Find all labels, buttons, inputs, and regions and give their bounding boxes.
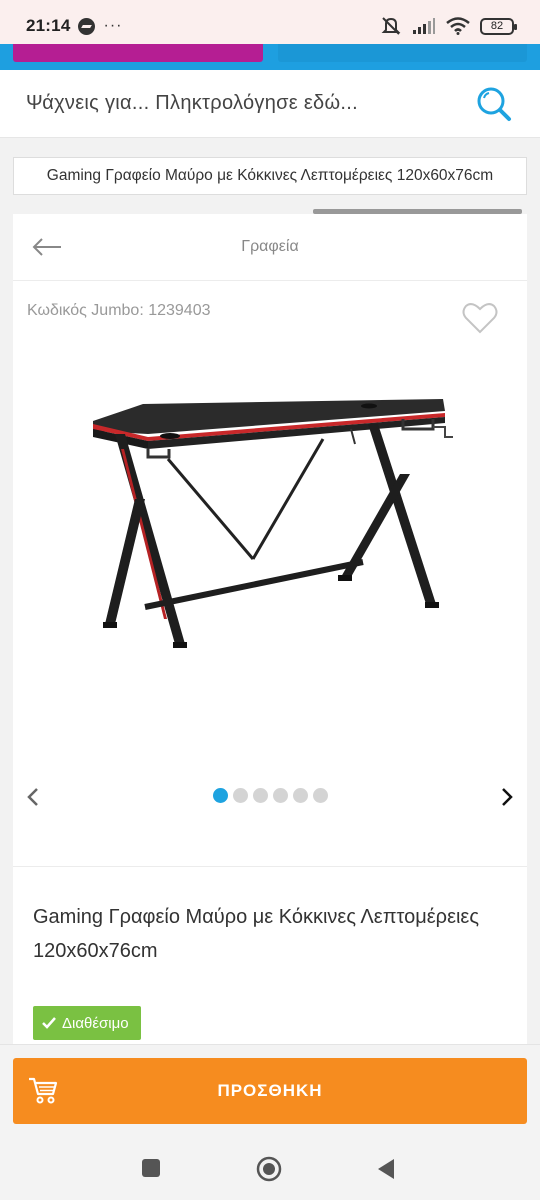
cart-icon <box>29 1077 58 1104</box>
arrow-left-icon <box>32 238 61 256</box>
search-icon <box>477 87 511 121</box>
search-button[interactable] <box>474 84 514 124</box>
chevron-right-icon <box>502 788 513 806</box>
status-right: 82 <box>380 16 517 36</box>
system-nav-bar <box>0 1140 540 1200</box>
wifi-icon <box>446 17 470 35</box>
back-button[interactable] <box>31 232 63 262</box>
checkmark-icon <box>42 1017 56 1029</box>
carousel-dot-2[interactable] <box>233 788 248 803</box>
product-code: Κωδικός Jumbo: 1239403 <box>27 302 211 319</box>
brand-tab-magenta[interactable] <box>13 44 263 62</box>
carousel-prev-button[interactable] <box>21 779 45 815</box>
divider <box>13 866 527 867</box>
carousel-dot-5[interactable] <box>293 788 308 803</box>
carousel-next-button[interactable] <box>495 779 519 815</box>
battery-icon: 82 <box>480 17 517 35</box>
product-image <box>93 399 453 648</box>
status-time: 21:14 <box>26 16 71 35</box>
triangle-back-icon <box>378 1159 394 1179</box>
messenger-icon <box>78 17 96 35</box>
back-nav-button[interactable] <box>376 1158 396 1180</box>
more-notifications-icon: ··· <box>103 17 123 34</box>
carousel-dot-6[interactable] <box>313 788 328 803</box>
carousel-dot-3[interactable] <box>253 788 268 803</box>
status-left: 21:14 ··· <box>26 16 122 36</box>
carousel-dot-4[interactable] <box>273 788 288 803</box>
breadcrumb-category[interactable]: Γραφεία <box>13 238 527 256</box>
search-bar <box>0 70 540 138</box>
availability-badge: Διαθέσιμο <box>33 1006 141 1040</box>
chevron-left-icon <box>27 788 38 806</box>
brand-tab-blue[interactable] <box>278 44 527 62</box>
mute-icon <box>381 17 401 35</box>
signal-icon <box>413 18 435 34</box>
availability-label: Διαθέσιμο <box>62 1014 129 1032</box>
card-header: Γραφεία <box>13 214 527 281</box>
home-icon <box>256 1156 282 1182</box>
add-to-cart-label: ΠΡΟΣΘΗΚΗ <box>217 1081 323 1100</box>
recents-button[interactable] <box>142 1159 160 1177</box>
favorite-button[interactable] <box>461 300 499 336</box>
search-input[interactable] <box>26 92 474 115</box>
carousel-dots <box>213 788 328 803</box>
add-to-cart-button[interactable]: ΠΡΟΣΘΗΚΗ <box>13 1058 527 1124</box>
bottom-action-bar: ΠΡΟΣΘΗΚΗ <box>0 1044 540 1140</box>
heart-icon <box>462 303 498 334</box>
carousel-dot-1[interactable] <box>213 788 228 803</box>
page-title: Gaming Γραφείο Μαύρο με Κόκκινες Λεπτομέ… <box>13 157 527 195</box>
product-card: Γραφεία Κωδικός Jumbo: 1239403 Gaming Γρ… <box>13 214 527 1074</box>
product-title: Gaming Γραφείο Μαύρο με Κόκκινες Λεπτομέ… <box>33 906 479 962</box>
home-button[interactable] <box>256 1156 282 1182</box>
